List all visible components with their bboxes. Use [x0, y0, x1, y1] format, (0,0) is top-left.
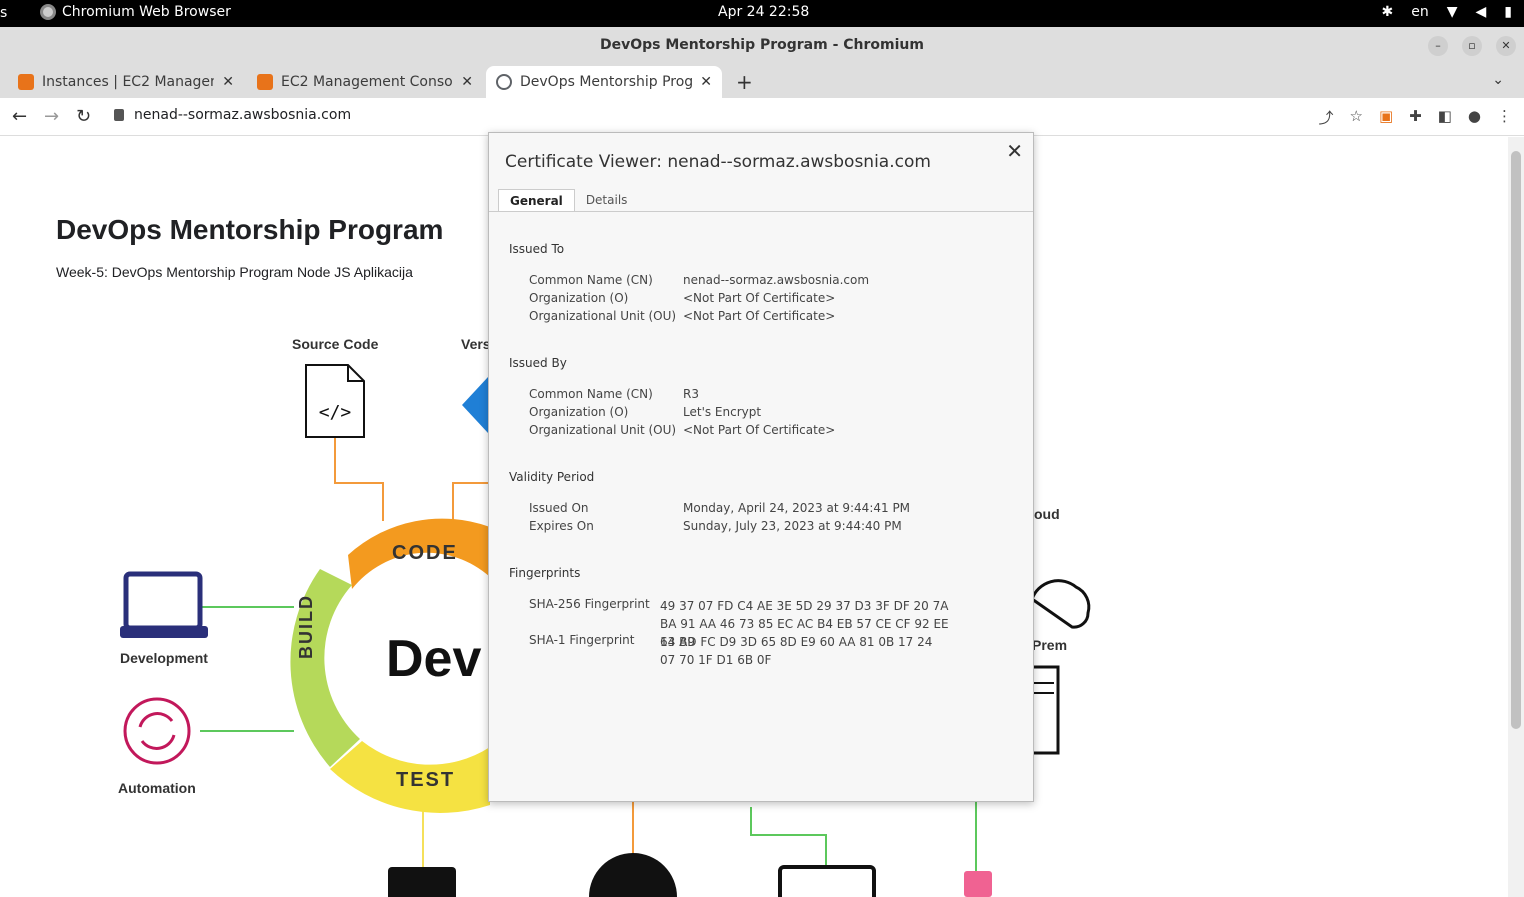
field-label: Organizational Unit (OU): [529, 309, 677, 323]
cycle-code-label: CODE: [392, 542, 458, 564]
laptop-icon: [120, 571, 208, 638]
field-label: Organization (O): [529, 291, 629, 305]
close-icon[interactable]: ✕: [1006, 139, 1023, 163]
validity-heading: Validity Period: [509, 470, 595, 484]
field-value: R3: [683, 387, 699, 401]
label-development: Development: [120, 650, 208, 666]
app-name: Chromium Web Browser: [62, 4, 231, 20]
field-label: SHA-256 Fingerprint: [529, 597, 650, 611]
side-panel-icon[interactable]: ◧: [1438, 107, 1452, 128]
version-control-icon: [462, 377, 488, 433]
window-titlebar: DevOps Mentorship Program - Chromium – ▫…: [0, 27, 1524, 64]
field-label: SHA-1 Fingerprint: [529, 633, 635, 647]
tab-close-icon[interactable]: ✕: [461, 74, 473, 90]
label-on-prem: Prem: [1032, 637, 1068, 653]
app-menu[interactable]: Chromium Web Browser: [40, 4, 231, 20]
field-label: Expires On: [529, 519, 594, 533]
forward-arrow-icon[interactable]: →: [44, 106, 59, 127]
svg-text:</>: </>: [319, 402, 352, 423]
field-value: <Not Part Of Certificate>: [683, 291, 836, 305]
label-automation: Automation: [118, 780, 196, 796]
window-title: DevOps Mentorship Program - Chromium: [600, 37, 924, 53]
field-value: Monday, April 24, 2023 at 9:44:41 PM: [683, 501, 911, 515]
menu-kebab-icon[interactable]: ⋮: [1497, 107, 1512, 128]
url-text[interactable]: nenad--sormaz.awsbosnia.com: [134, 107, 351, 123]
field-label: Common Name (CN): [529, 387, 653, 401]
field-label: Organization (O): [529, 405, 629, 419]
volume-icon: ◀: [1475, 4, 1487, 20]
tab-ec2-console[interactable]: EC2 Management Console ✕: [247, 66, 483, 98]
tab-close-icon[interactable]: ✕: [700, 74, 712, 90]
back-arrow-icon[interactable]: ←: [12, 106, 27, 127]
globe-icon: [496, 74, 512, 90]
minimize-button[interactable]: –: [1428, 36, 1448, 56]
field-value: nenad--sormaz.awsbosnia.com: [683, 273, 870, 287]
certificate-viewer-dialog: Certificate Viewer: nenad--sormaz.awsbos…: [488, 132, 1034, 802]
cycle-build-label: BUILD: [296, 594, 316, 659]
config-gear-icon: [388, 867, 456, 897]
field-value: Let's Encrypt: [683, 405, 762, 419]
tab-label: DevOps Mentorship Prog: [520, 74, 693, 90]
issued-by-heading: Issued By: [509, 356, 567, 370]
tab-devops[interactable]: DevOps Mentorship Prog ✕: [486, 66, 722, 98]
chromium-icon: [40, 4, 56, 20]
address-bar[interactable]: nenad--sormaz.awsbosnia.com: [114, 107, 351, 123]
extensions-puzzle-icon[interactable]: ✚: [1409, 107, 1422, 128]
field-value: Sunday, July 23, 2023 at 9:44:40 PM: [683, 519, 902, 533]
wifi-icon: ▼: [1446, 4, 1458, 20]
issued-to-heading: Issued To: [509, 242, 565, 256]
browser-toolbar: ← → ↻ nenad--sormaz.awsbosnia.com ⤴ ☆ ▣ …: [0, 98, 1524, 136]
profile-avatar-icon[interactable]: ●: [1468, 107, 1481, 128]
reload-icon[interactable]: ↻: [76, 106, 91, 127]
source-code-file-icon: </>: [305, 364, 365, 438]
system-top-bar: s Chromium Web Browser Apr 24 22:58 ✱ en…: [0, 0, 1524, 27]
tab-general[interactable]: General: [498, 189, 575, 212]
tab-strip: Instances | EC2 Manageme ✕ EC2 Managemen…: [0, 64, 1524, 98]
tab-label: Instances | EC2 Manageme: [42, 74, 215, 90]
scrollbar-thumb[interactable]: [1511, 151, 1521, 729]
app-ui-icon: [964, 871, 992, 897]
page-scrollbar[interactable]: [1508, 137, 1524, 897]
aws-favicon-icon: [257, 74, 273, 90]
aws-favicon-icon: [18, 74, 34, 90]
cloud-icon: [1030, 579, 1091, 629]
tab-search-chevron-icon[interactable]: ⌄: [1492, 72, 1504, 88]
field-label: Common Name (CN): [529, 273, 653, 287]
tab-details[interactable]: Details: [575, 189, 639, 212]
label-version: Vers: [461, 336, 491, 352]
field-value: <Not Part Of Certificate>: [683, 423, 836, 437]
extension-aws-icon[interactable]: ▣: [1379, 107, 1393, 128]
new-tab-button[interactable]: +: [736, 70, 753, 94]
field-label: Issued On: [529, 501, 589, 515]
activities-label[interactable]: s: [0, 5, 7, 21]
battery-icon: ▮: [1504, 4, 1512, 20]
label-cloud: oud: [1034, 506, 1060, 522]
clock[interactable]: Apr 24 22:58: [718, 4, 809, 20]
automation-gear-icon: [123, 697, 191, 765]
tab-divider: [489, 211, 1033, 212]
maximize-button[interactable]: ▫: [1462, 36, 1482, 56]
field-label: Organizational Unit (OU): [529, 423, 677, 437]
lock-icon[interactable]: [114, 109, 124, 121]
tab-label: EC2 Management Console: [281, 74, 454, 90]
system-tray[interactable]: ✱ en ▼ ◀ ▮: [1381, 4, 1512, 20]
label-source-code: Source Code: [292, 336, 379, 352]
network-activity-icon: ✱: [1381, 4, 1394, 20]
language-indicator[interactable]: en: [1411, 4, 1429, 20]
field-value: <Not Part Of Certificate>: [683, 309, 836, 323]
fingerprints-heading: Fingerprints: [509, 566, 581, 580]
devops-center-text: Dev: [386, 630, 482, 688]
dialog-title: Certificate Viewer: nenad--sormaz.awsbos…: [505, 152, 931, 172]
share-icon[interactable]: ⤴: [1318, 107, 1333, 128]
bookmark-star-icon[interactable]: ☆: [1350, 107, 1363, 128]
tab-instances[interactable]: Instances | EC2 Manageme ✕: [8, 66, 244, 98]
close-window-button[interactable]: ✕: [1496, 36, 1516, 56]
cycle-test-label: TEST: [396, 769, 456, 791]
tab-close-icon[interactable]: ✕: [222, 74, 234, 90]
monitor-chart-icon: [778, 865, 876, 897]
deploy-gear-icon: [589, 853, 677, 897]
field-value: 13 AD FC D9 3D 65 8D E9 60 AA 81 0B 17 2…: [660, 635, 933, 667]
server-icon: [1028, 665, 1060, 755]
